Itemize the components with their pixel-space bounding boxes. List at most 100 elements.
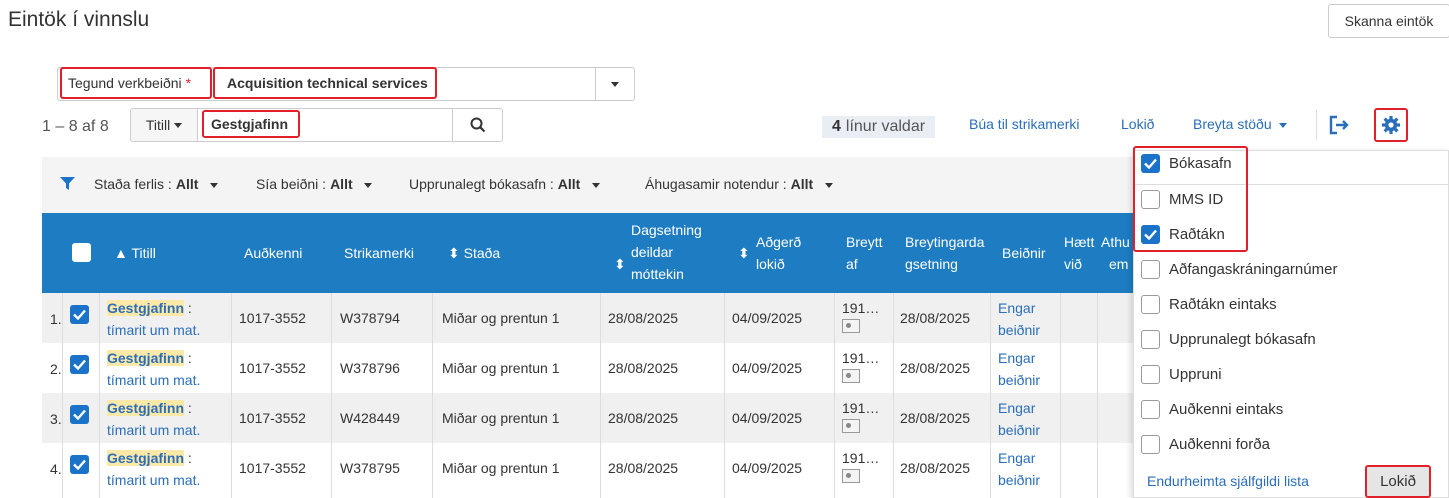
select-all-checkbox[interactable] [72,243,91,262]
reset-defaults-link[interactable]: Endurheimta sjálfgildi lista [1147,473,1309,489]
done-link[interactable]: Lokið [1121,116,1154,132]
row-id: 1017-3552 [239,310,306,326]
column-option[interactable]: Uppruni [1141,363,1222,385]
column-option[interactable]: Auðkenni forða [1141,433,1270,455]
row-changed-by: 191… [842,298,879,338]
row-date-received: 28/08/2025 [608,360,679,376]
column-date-received[interactable]: Dagsetning deildar móttekin [631,219,702,285]
request-type-label: Tegund verkbeiðni * [60,67,212,99]
column-title[interactable]: ▲ Titill [114,242,156,264]
filter-request[interactable]: Sía beiðni : Allt [256,176,373,192]
change-status-link[interactable]: Breyta stöðu [1193,116,1288,132]
export-icon[interactable] [1328,114,1350,141]
highlight-box [1133,146,1248,252]
user-card-icon[interactable] [842,319,860,333]
option-checkbox[interactable] [1141,399,1160,419]
column-changed-by[interactable]: Breytt af [846,231,883,275]
row-barcode: W378795 [340,460,400,476]
row-checkbox[interactable] [70,405,89,424]
filter-interested-users[interactable]: Áhugasamir notendur : Allt [645,176,833,192]
gear-icon[interactable] [1374,108,1408,142]
filter-icon[interactable] [60,177,75,195]
option-checkbox[interactable] [1141,259,1160,279]
row-action-done: 04/09/2025 [732,360,803,376]
option-checkbox[interactable] [1141,329,1160,349]
column-requests[interactable]: Beiðnir [1002,242,1046,264]
column-action-done[interactable]: Aðgerð lokið [756,231,801,275]
title-link[interactable]: Gestgjafinn [107,350,185,366]
subtitle-link[interactable]: tímarit um mat. [107,372,200,388]
table-row[interactable] [42,293,1142,343]
title-link[interactable]: Gestgjafinn [107,400,185,416]
panel-done-button[interactable]: Lokið [1365,465,1431,498]
column-cancelled[interactable]: Hætt við [1064,231,1094,275]
result-count: 1 – 8 af 8 [42,118,109,135]
row-status: Miðar og prentun 1 [442,460,560,476]
title-link[interactable]: Gestgjafinn [107,300,185,316]
filter-original-library[interactable]: Upprunalegt bókasafn : Allt [409,176,600,192]
chevron-down-icon [592,182,600,188]
row-status: Miðar og prentun 1 [442,310,560,326]
chevron-down-icon [824,182,833,188]
row-changed-by: 191… [842,448,879,488]
row-checkbox[interactable] [70,455,89,474]
row-number: 1. [50,311,62,327]
user-card-icon[interactable] [842,469,860,483]
table-row[interactable] [42,343,1142,393]
row-change-date: 28/08/2025 [900,410,971,426]
row-date-received: 28/08/2025 [608,310,679,326]
row-id: 1017-3552 [239,360,306,376]
subtitle-link[interactable]: tímarit um mat. [107,322,200,338]
selected-rows-indicator: 4 línur valdar [822,116,936,138]
row-requests-link[interactable]: Engar beiðnir [998,347,1040,391]
filter-process-status[interactable]: Staða ferlis : Allt [94,176,219,192]
search-type-select[interactable]: Titill [130,108,198,142]
row-date-received: 28/08/2025 [608,460,679,476]
row-checkbox[interactable] [70,355,89,374]
search-value[interactable]: Gestgjafinn [202,110,300,138]
user-card-icon[interactable] [842,369,860,383]
table-row[interactable] [42,393,1142,443]
chevron-down-icon [364,182,373,188]
column-option[interactable]: Raðtákn eintaks [1141,293,1277,315]
search-icon[interactable] [453,109,502,141]
row-barcode: W378796 [340,360,400,376]
column-id[interactable]: Auðkenni [244,242,302,264]
table-row[interactable] [42,443,1142,493]
row-change-date: 28/08/2025 [900,310,971,326]
user-card-icon[interactable] [842,419,860,433]
subtitle-link[interactable]: tímarit um mat. [107,422,200,438]
row-id: 1017-3552 [239,410,306,426]
option-checkbox[interactable] [1141,294,1160,314]
option-checkbox[interactable] [1141,434,1160,454]
column-status[interactable]: ⬍ Staða [448,242,500,264]
row-requests-link[interactable]: Engar beiðnir [998,397,1040,441]
column-notes[interactable]: Athu em [1101,231,1130,275]
subtitle-link[interactable]: tímarit um mat. [107,472,200,488]
row-status: Miðar og prentun 1 [442,410,560,426]
create-barcode-link[interactable]: Búa til strikamerki [969,116,1079,132]
request-type-value[interactable]: Acquisition technical services [213,67,437,99]
row-changed-by: 191… [842,398,879,438]
row-checkbox[interactable] [70,305,89,324]
column-option[interactable]: Aðfangaskráningarnúmer [1141,258,1337,280]
request-type-dropdown-icon[interactable] [596,68,634,100]
row-date-received: 28/08/2025 [608,410,679,426]
option-checkbox[interactable] [1141,364,1160,384]
row-action-done: 04/09/2025 [732,410,803,426]
column-option[interactable]: Upprunalegt bókasafn [1141,328,1316,350]
sort-icon: ⬍ [738,245,750,261]
row-status: Miðar og prentun 1 [442,360,560,376]
scan-items-button[interactable]: Skanna eintök [1328,4,1449,38]
column-change-date[interactable]: Breytingarda gsetning [905,231,984,275]
row-title: Gestgjafinn : tímarit um mat. [107,400,201,438]
column-barcode[interactable]: Strikamerki [344,242,414,264]
chevron-down-icon [210,182,219,188]
title-link[interactable]: Gestgjafinn [107,450,185,466]
row-change-date: 28/08/2025 [900,460,971,476]
row-requests-link[interactable]: Engar beiðnir [998,447,1040,491]
chevron-down-icon [174,122,183,128]
column-option[interactable]: Auðkenni eintaks [1141,398,1283,420]
row-requests-link[interactable]: Engar beiðnir [998,297,1040,341]
page-title: Eintök í vinnslu [8,8,150,31]
